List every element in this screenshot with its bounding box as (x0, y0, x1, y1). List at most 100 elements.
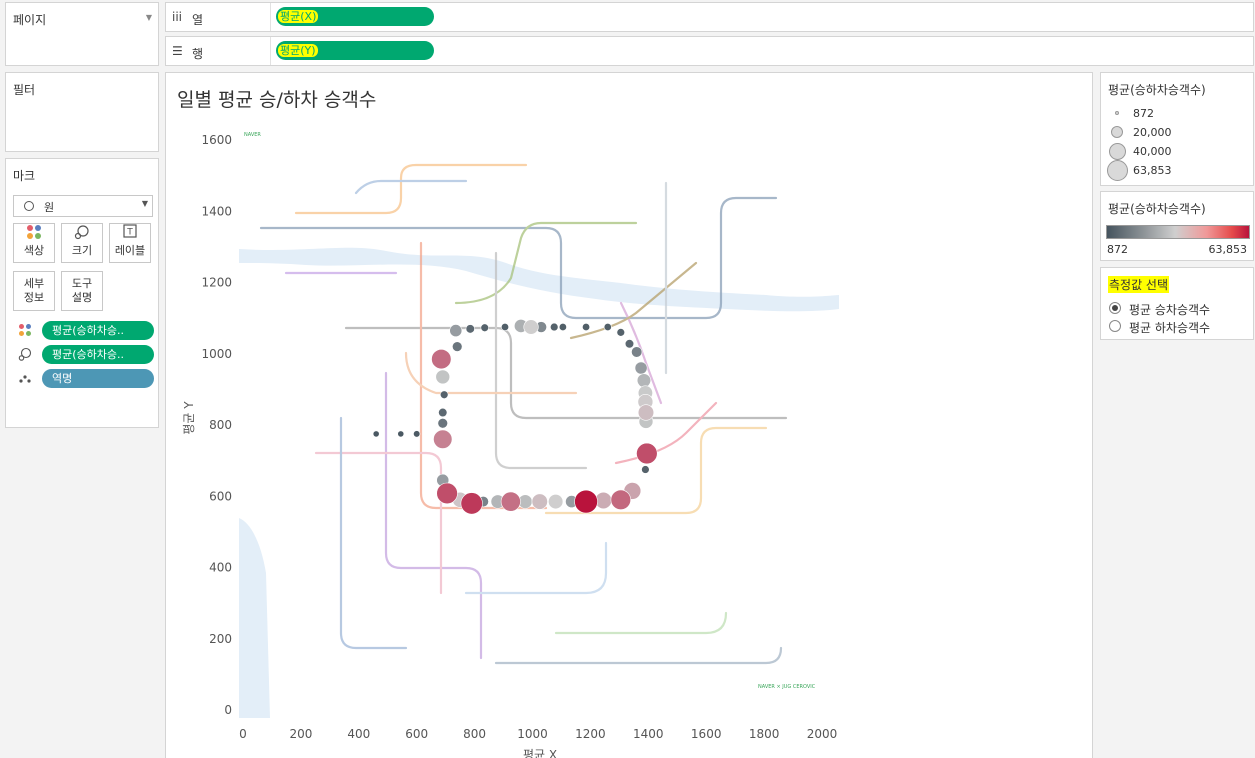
tableau-workspace: 페이지 ▼ iii 열 평균(X) ☰ 행 평균(Y) 필터 마크 원 ▼ 색상 (0, 0, 1255, 758)
station-point[interactable] (449, 324, 463, 337)
x-tick-label: 1600 (691, 727, 722, 741)
station-point[interactable] (437, 418, 448, 429)
station-point[interactable] (582, 323, 591, 332)
station-point[interactable] (637, 404, 655, 421)
size-button-label: 크기 (71, 244, 93, 257)
station-point[interactable] (603, 323, 612, 332)
size-button[interactable]: 크기 (61, 223, 103, 263)
palette-icon (18, 323, 34, 339)
y-axis-ticks: 0 200 400 600 800 1000 1200 1400 1600 (201, 133, 232, 717)
parameter-control: 측정값 선택 평균 승차승객수 평균 하차승객수 (1100, 267, 1254, 340)
y-tick-label: 600 (209, 489, 232, 503)
station-point[interactable] (550, 322, 559, 332)
map-credit-top: NAVER (244, 132, 261, 138)
station-point[interactable] (548, 493, 564, 510)
y-tick-label: 0 (224, 703, 232, 717)
x-tick-label: 1400 (633, 727, 664, 741)
station-point[interactable] (634, 361, 648, 375)
columns-shelf[interactable]: iii 열 평균(X) (165, 2, 1254, 32)
columns-icon: iii (172, 10, 183, 24)
x-tick-label: 2000 (807, 727, 838, 741)
label-button[interactable]: T 레이블 (109, 223, 151, 263)
station-point[interactable] (631, 346, 643, 358)
x-tick-label: 1000 (517, 727, 548, 741)
y-tick-label: 800 (209, 418, 232, 432)
station-point[interactable] (641, 465, 650, 474)
size-legend-value: 20,000 (1133, 126, 1172, 139)
station-point[interactable] (624, 339, 635, 349)
chevron-down-icon[interactable]: ▼ (146, 13, 152, 22)
rows-shelf-label: 행 (192, 47, 204, 61)
size-legend-dot (1109, 143, 1126, 160)
mark-type-select[interactable]: 원 ▼ (13, 195, 153, 217)
x-tick-label: 800 (463, 727, 486, 741)
color-button[interactable]: 색상 (13, 223, 55, 263)
chevron-down-icon: ▼ (141, 199, 148, 208)
y-tick-label: 1200 (201, 276, 232, 290)
size-field-pill[interactable]: 평균(승하차승.. (42, 345, 154, 364)
marks-title: 마크 (13, 169, 36, 183)
station-point[interactable] (465, 324, 475, 334)
station-point[interactable] (433, 429, 453, 449)
station-point[interactable] (431, 348, 452, 370)
rows-shelf[interactable]: ☰ 행 평균(Y) (165, 36, 1254, 66)
station-point[interactable] (500, 491, 521, 512)
rows-pill-label: 평균(Y) (278, 44, 318, 57)
color-legend-title: 평균(승하차승객수) (1108, 202, 1206, 216)
station-point[interactable] (480, 323, 489, 332)
y-tick-label: 400 (209, 561, 232, 575)
pages-card[interactable]: 페이지 ▼ (5, 2, 159, 66)
station-point[interactable] (531, 493, 548, 510)
station-point[interactable] (452, 341, 463, 352)
y-tick-label: 1600 (201, 133, 232, 147)
station-point[interactable] (413, 430, 421, 438)
station-point[interactable] (397, 430, 405, 438)
x-tick-label: 1800 (749, 727, 780, 741)
label-icon: T (110, 224, 150, 244)
detail-field-pill[interactable]: 역명 (42, 369, 154, 388)
station-point[interactable] (436, 482, 458, 505)
station-point[interactable] (574, 489, 598, 514)
radio-button-selected[interactable] (1109, 302, 1121, 314)
columns-pill[interactable]: 평균(X) (276, 7, 434, 26)
station-point[interactable] (440, 390, 449, 399)
station-point[interactable] (558, 323, 567, 332)
station-point[interactable] (616, 328, 625, 337)
color-ramp (1106, 225, 1250, 239)
pages-title: 페이지 (13, 13, 47, 27)
size-legend-dot (1115, 111, 1119, 115)
x-tick-label: 1200 (575, 727, 606, 741)
rows-icon: ☰ (172, 44, 183, 58)
svg-text:T: T (126, 228, 133, 238)
rows-pill[interactable]: 평균(Y) (276, 41, 434, 60)
filters-card[interactable]: 필터 (5, 72, 159, 152)
size-icon (18, 347, 34, 363)
scatter-plot[interactable]: NAVER NAVER × JUG CEROVIC 0 200 400 600 800 1… (166, 73, 1092, 758)
station-point[interactable] (438, 407, 448, 418)
color-field-pill[interactable]: 평균(승하차승.. (42, 321, 154, 340)
palette-icon (14, 224, 54, 244)
y-axis-label: 평균 Y (182, 401, 196, 435)
station-point[interactable] (636, 442, 658, 465)
station-point[interactable] (636, 373, 652, 388)
station-point[interactable] (610, 489, 631, 511)
size-legend-dot (1111, 126, 1123, 138)
size-legend-value: 872 (1133, 107, 1154, 120)
chart-card: 일별 평균 승/하차 승객수 NAVER NAVER × JUG CEROVIC… (165, 72, 1093, 758)
station-point[interactable] (372, 430, 380, 438)
station-point[interactable] (435, 369, 451, 385)
y-tick-label: 200 (209, 632, 232, 646)
radio-option-label: 평균 승차승객수 (1129, 303, 1211, 317)
y-tick-label: 1400 (201, 204, 232, 218)
radio-button[interactable] (1109, 320, 1121, 332)
shelf-divider (270, 3, 271, 31)
station-point[interactable] (500, 323, 509, 332)
station-point[interactable] (460, 492, 483, 515)
columns-shelf-label: 열 (192, 13, 204, 27)
x-axis-ticks: 0 200 400 600 800 1000 1200 1400 1600 1800 2000 (239, 727, 837, 741)
map-credit-bottom: NAVER × JUG CEROVIC (758, 684, 816, 690)
station-point[interactable] (523, 319, 539, 335)
size-icon (62, 224, 102, 244)
detail-button[interactable]: 세부 정보 (13, 271, 55, 311)
tooltip-button[interactable]: 도구 설명 (61, 271, 103, 311)
